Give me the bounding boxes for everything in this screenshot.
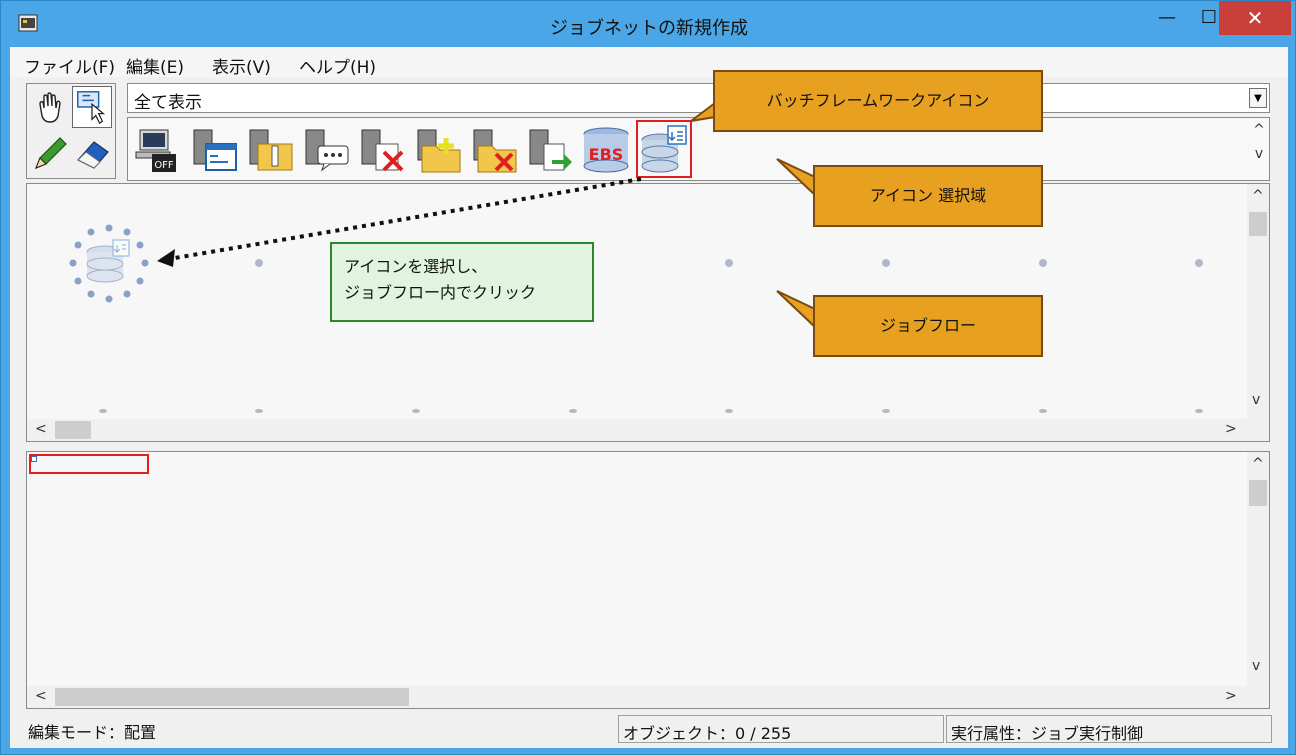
callout-job-flow: ジョブフロー: [813, 295, 1043, 357]
app-window: ジョブネットの新規作成 — ☐ ✕ ファイル(F) 編集(E) 表示(V) ヘル…: [0, 0, 1296, 755]
callout-pointer: [776, 290, 816, 330]
annotation-arrows: [157, 101, 816, 330]
instruction-note: アイコンを選択し、 ジョブフロー内でクリック: [330, 242, 594, 322]
instruction-line-2: ジョブフロー内でクリック: [344, 283, 537, 302]
callout-pointer: [690, 101, 716, 122]
callout-pointer: [776, 158, 816, 198]
callout-icon-area: アイコン 選択域: [813, 165, 1043, 227]
arrow-head-icon: [157, 249, 175, 267]
callout-batch-framework-icon: バッチフレームワークアイコン: [713, 70, 1043, 132]
instruction-line-1: アイコンを選択し、: [344, 257, 488, 276]
